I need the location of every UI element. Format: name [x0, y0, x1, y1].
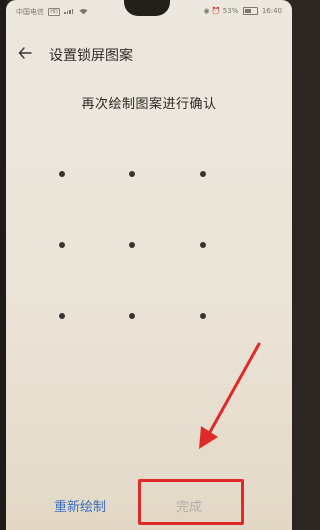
- annotation-arrow: [199, 342, 261, 449]
